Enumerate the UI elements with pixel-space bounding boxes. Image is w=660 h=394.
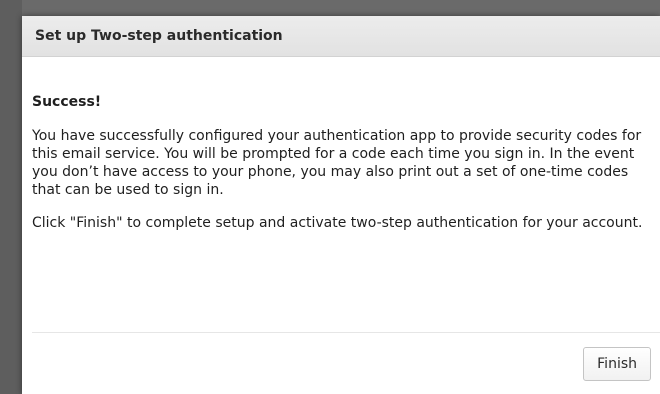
description-paragraph: You have successfully configured your au… [32, 128, 642, 198]
dialog-header: Set up Two-step authentication [22, 16, 660, 57]
success-heading: Success! [32, 94, 102, 110]
instruction-paragraph: Click "Finish" to complete setup and act… [32, 215, 643, 231]
two-step-setup-dialog: Set up Two-step authentication Success! … [22, 16, 660, 394]
dialog-body: Success! You have successfully configure… [22, 57, 660, 232]
footer-divider [32, 332, 660, 333]
finish-button[interactable]: Finish [583, 347, 651, 381]
background-panel-edge [0, 0, 22, 394]
dialog-title: Set up Two-step authentication [35, 28, 283, 44]
